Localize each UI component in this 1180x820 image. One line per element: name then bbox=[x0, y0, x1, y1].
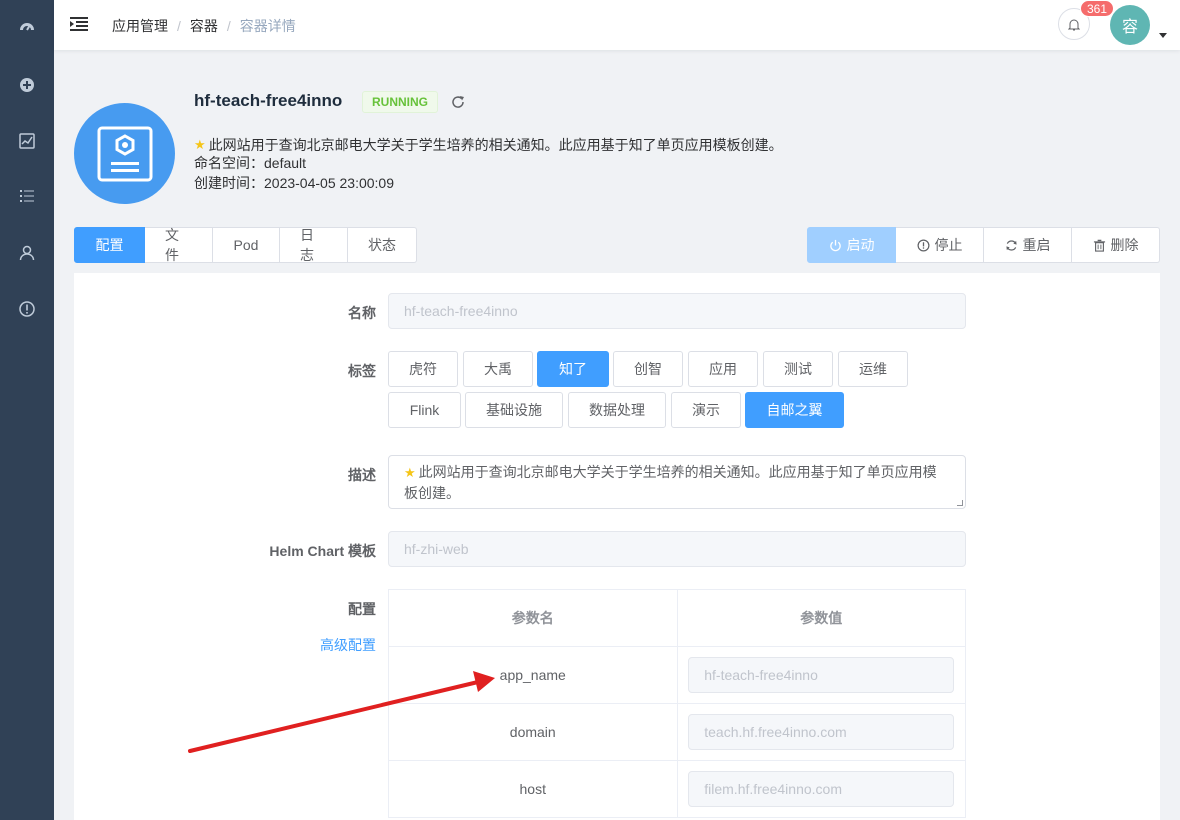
param-name: app_name bbox=[389, 647, 678, 704]
app-created-time: 创建时间：2023-04-05 23:00:09 bbox=[194, 175, 394, 191]
app-name: hf-teach-free4inno bbox=[194, 91, 343, 110]
warning-circle-icon bbox=[917, 239, 929, 251]
breadcrumb-container[interactable]: 容器 bbox=[190, 16, 218, 36]
breadcrumb: 应用管理 / 容器 / 容器详情 bbox=[112, 16, 296, 36]
avatar[interactable]: 容 bbox=[1110, 5, 1150, 45]
apps-icon[interactable] bbox=[17, 75, 37, 95]
tags-label: 标签 bbox=[348, 363, 376, 379]
description-line-2: 板创建。 bbox=[404, 485, 460, 501]
config-panel: 名称 hf-teach-free4inno 标签 虎符 大禹 知了 创智 应用 … bbox=[74, 273, 1160, 820]
top-navbar: 应用管理 / 容器 / 容器详情 361 容 bbox=[54, 0, 1180, 50]
refresh-icon bbox=[1005, 239, 1017, 251]
caret-down-icon[interactable] bbox=[1159, 33, 1167, 38]
advanced-config-link[interactable]: 高级配置 bbox=[224, 635, 376, 655]
helm-chart-input[interactable]: hf-zhi-web bbox=[388, 531, 966, 567]
tag-zhiliao[interactable]: 知了 bbox=[537, 351, 609, 387]
bell-icon bbox=[1068, 19, 1080, 30]
param-value-input[interactable]: hf-teach-free4inno bbox=[688, 657, 955, 693]
notification-badge: 361 bbox=[1080, 0, 1115, 17]
param-value-input[interactable]: teach.hf.free4inno.com bbox=[688, 714, 955, 750]
description-line-1: ★ 此网站用于查询北京邮电大学关于学生培养的相关通知。此应用基于知了单页应用模 bbox=[404, 462, 950, 483]
tag-hufu[interactable]: 虎符 bbox=[388, 351, 458, 387]
app-icon bbox=[74, 103, 175, 204]
user-icon[interactable] bbox=[17, 243, 37, 263]
tag-ziyouzhiyi[interactable]: 自邮之翼 bbox=[745, 392, 844, 428]
restart-label: 重启 bbox=[1022, 237, 1051, 253]
tag-data-processing[interactable]: 数据处理 bbox=[568, 392, 666, 428]
tab-bar: 配置 文件 Pod 日志 状态 bbox=[74, 227, 417, 263]
param-value-cell: hf-teach-free4inno bbox=[677, 647, 966, 704]
refresh-icon[interactable] bbox=[450, 94, 466, 110]
star-icon: ★ bbox=[194, 137, 206, 152]
param-value-header: 参数值 bbox=[677, 590, 966, 647]
app-description-text: 此网站用于查询北京邮电大学关于学生培养的相关通知。此应用基于知了单页应用模板创建… bbox=[208, 137, 783, 153]
params-table: 参数名 参数值 app_name hf-teach-free4inno doma… bbox=[388, 589, 966, 818]
star-icon: ★ bbox=[404, 465, 416, 480]
param-name: domain bbox=[389, 704, 678, 761]
table-row: host filem.hf.free4inno.com bbox=[389, 761, 966, 818]
stop-button[interactable]: 停止 bbox=[896, 227, 984, 263]
chart-icon[interactable] bbox=[17, 131, 37, 151]
hamburger-icon[interactable] bbox=[70, 15, 88, 33]
param-name-header: 参数名 bbox=[389, 590, 678, 647]
list-icon[interactable] bbox=[17, 186, 37, 206]
resize-handle[interactable] bbox=[957, 500, 963, 506]
trash-icon bbox=[1093, 239, 1105, 252]
stop-label: 停止 bbox=[934, 237, 963, 253]
param-value-cell: filem.hf.free4inno.com bbox=[677, 761, 966, 818]
sidebar bbox=[0, 0, 54, 820]
power-icon bbox=[829, 239, 841, 251]
tab-logs[interactable]: 日志 bbox=[280, 227, 348, 263]
description-label: 描述 bbox=[348, 467, 376, 483]
tag-dayu[interactable]: 大禹 bbox=[463, 351, 533, 387]
start-label: 启动 bbox=[846, 237, 875, 253]
param-value-input[interactable]: filem.hf.free4inno.com bbox=[688, 771, 955, 807]
tag-infrastructure[interactable]: 基础设施 bbox=[465, 392, 563, 428]
description-textarea[interactable]: ★ 此网站用于查询北京邮电大学关于学生培养的相关通知。此应用基于知了单页应用模 板… bbox=[388, 455, 966, 509]
table-row: app_name hf-teach-free4inno bbox=[389, 647, 966, 704]
app-namespace: 命名空间：default bbox=[194, 155, 307, 171]
table-header-row: 参数名 参数值 bbox=[389, 590, 966, 647]
delete-button[interactable]: 删除 bbox=[1072, 227, 1160, 263]
tag-flink[interactable]: Flink bbox=[388, 392, 461, 428]
tag-demo[interactable]: 演示 bbox=[671, 392, 741, 428]
breadcrumb-separator: / bbox=[226, 18, 231, 34]
info-icon[interactable] bbox=[17, 299, 37, 319]
param-value-cell: teach.hf.free4inno.com bbox=[677, 704, 966, 761]
status-badge: RUNNING bbox=[362, 91, 438, 113]
tab-config[interactable]: 配置 bbox=[74, 227, 145, 263]
start-button[interactable]: 启动 bbox=[807, 227, 896, 263]
description-text: 此网站用于查询北京邮电大学关于学生培养的相关通知。此应用基于知了单页应用模 bbox=[418, 464, 937, 480]
delete-label: 删除 bbox=[1110, 237, 1139, 253]
tag-ceshi[interactable]: 测试 bbox=[763, 351, 833, 387]
tab-status[interactable]: 状态 bbox=[348, 227, 417, 263]
tab-pod[interactable]: Pod bbox=[213, 227, 280, 263]
table-row: domain teach.hf.free4inno.com bbox=[389, 704, 966, 761]
tag-yingyong[interactable]: 应用 bbox=[688, 351, 758, 387]
breadcrumb-app-management[interactable]: 应用管理 bbox=[112, 16, 168, 36]
tab-files[interactable]: 文件 bbox=[145, 227, 213, 263]
tag-chuangzhi[interactable]: 创智 bbox=[613, 351, 683, 387]
action-button-group: 启动 停止 重启 删除 bbox=[807, 227, 1160, 263]
helm-chart-label: Helm Chart 模板 bbox=[269, 543, 376, 559]
breadcrumb-separator: / bbox=[177, 18, 181, 34]
app-description: ★ 此网站用于查询北京邮电大学关于学生培养的相关通知。此应用基于知了单页应用模板… bbox=[194, 135, 783, 155]
name-input[interactable]: hf-teach-free4inno bbox=[388, 293, 966, 329]
config-label: 配置 bbox=[348, 601, 376, 617]
breadcrumb-current: 容器详情 bbox=[239, 18, 296, 34]
dashboard-icon[interactable] bbox=[17, 17, 37, 37]
name-label: 名称 bbox=[348, 305, 376, 321]
param-name: host bbox=[389, 761, 678, 818]
tag-yunwei[interactable]: 运维 bbox=[838, 351, 908, 387]
restart-button[interactable]: 重启 bbox=[984, 227, 1072, 263]
